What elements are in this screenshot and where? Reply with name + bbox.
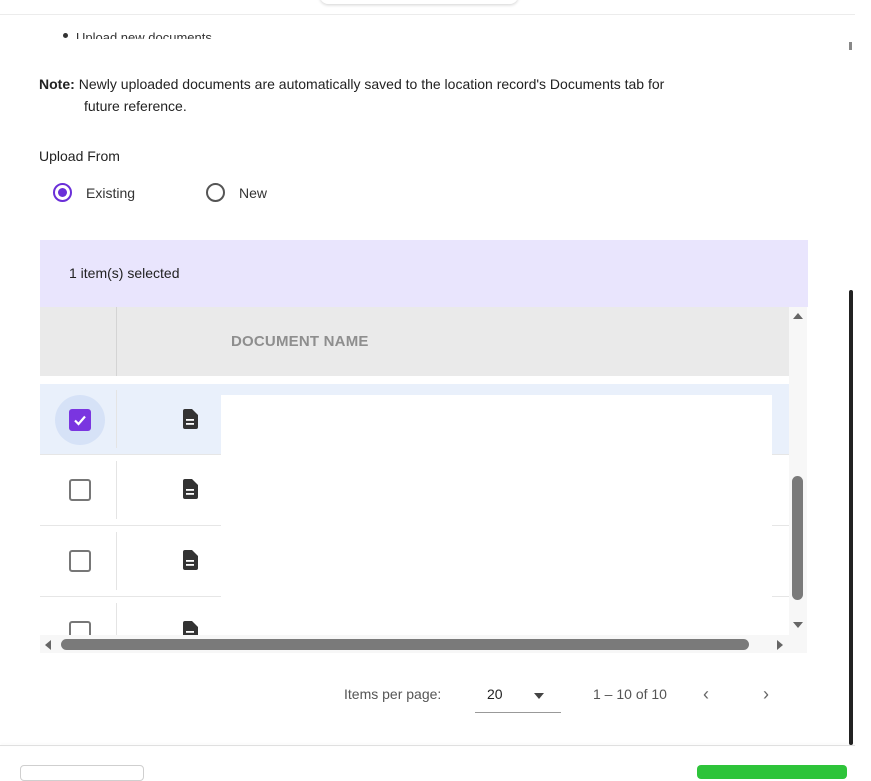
checkmark-icon (74, 415, 86, 426)
upload-from-label: Upload From (39, 148, 120, 164)
page-range: 1 – 10 of 10 (593, 686, 667, 702)
bullet-text: Upload new documents (76, 30, 212, 39)
cancel-button[interactable] (20, 765, 144, 781)
radio-new[interactable]: New (206, 183, 267, 202)
items-per-page-label: Items per page: (344, 686, 442, 702)
radio-existing-label: Existing (86, 184, 136, 201)
note-label: Note: (39, 76, 75, 92)
scroll-down-icon[interactable] (793, 622, 803, 628)
radio-new-label: New (239, 184, 268, 201)
note-paragraph: Note: Newly uploaded documents are automa… (39, 73, 779, 117)
column-separator (116, 390, 117, 448)
scroll-left-icon[interactable] (45, 640, 51, 650)
dropdown-arrow-icon (534, 693, 544, 699)
confirm-button[interactable] (697, 765, 847, 779)
top-tab-handle (320, 0, 518, 4)
page-size-value: 20 (487, 686, 503, 702)
radio-existing[interactable]: Existing (53, 183, 135, 202)
previous-page-button[interactable]: ‹ (703, 684, 709, 705)
selection-bar: 1 item(s) selected (40, 240, 808, 307)
row-checkbox[interactable] (69, 479, 91, 501)
scroll-right-icon[interactable] (777, 640, 783, 650)
document-icon (183, 479, 198, 499)
grid-header: DOCUMENT NAME (40, 307, 789, 376)
note-text-line1: Newly uploaded documents are automatical… (78, 76, 665, 92)
row-checkbox[interactable] (69, 621, 91, 635)
selection-count: 1 item(s) selected (69, 265, 180, 281)
dialog-scrollbar[interactable] (849, 290, 853, 745)
outer-scroll-mark (849, 42, 852, 50)
scroll-up-icon[interactable] (793, 313, 803, 319)
radio-new-icon[interactable] (206, 183, 225, 202)
next-page-button[interactable]: › (763, 684, 769, 705)
column-separator (116, 532, 117, 590)
document-name-overlay (221, 395, 772, 635)
radio-existing-icon[interactable] (53, 183, 72, 202)
column-header-document-name[interactable]: DOCUMENT NAME (231, 333, 369, 350)
document-icon (183, 621, 198, 635)
bullet-icon (63, 33, 68, 38)
row-checkbox[interactable] (69, 550, 91, 572)
footer-divider (0, 745, 855, 746)
note-text-line2: future reference. (84, 98, 187, 114)
header-column-separator (116, 307, 117, 376)
vertical-scroll-thumb[interactable] (792, 476, 803, 600)
document-icon (183, 409, 198, 429)
documents-grid: DOCUMENT NAME (40, 307, 789, 635)
row-checkbox[interactable] (69, 409, 91, 431)
top-divider (0, 14, 855, 15)
page-size-select[interactable]: 20 (475, 679, 561, 713)
column-separator (116, 461, 117, 519)
horizontal-scroll-thumb[interactable] (61, 639, 749, 650)
document-icon (183, 550, 198, 570)
column-separator (116, 603, 117, 635)
